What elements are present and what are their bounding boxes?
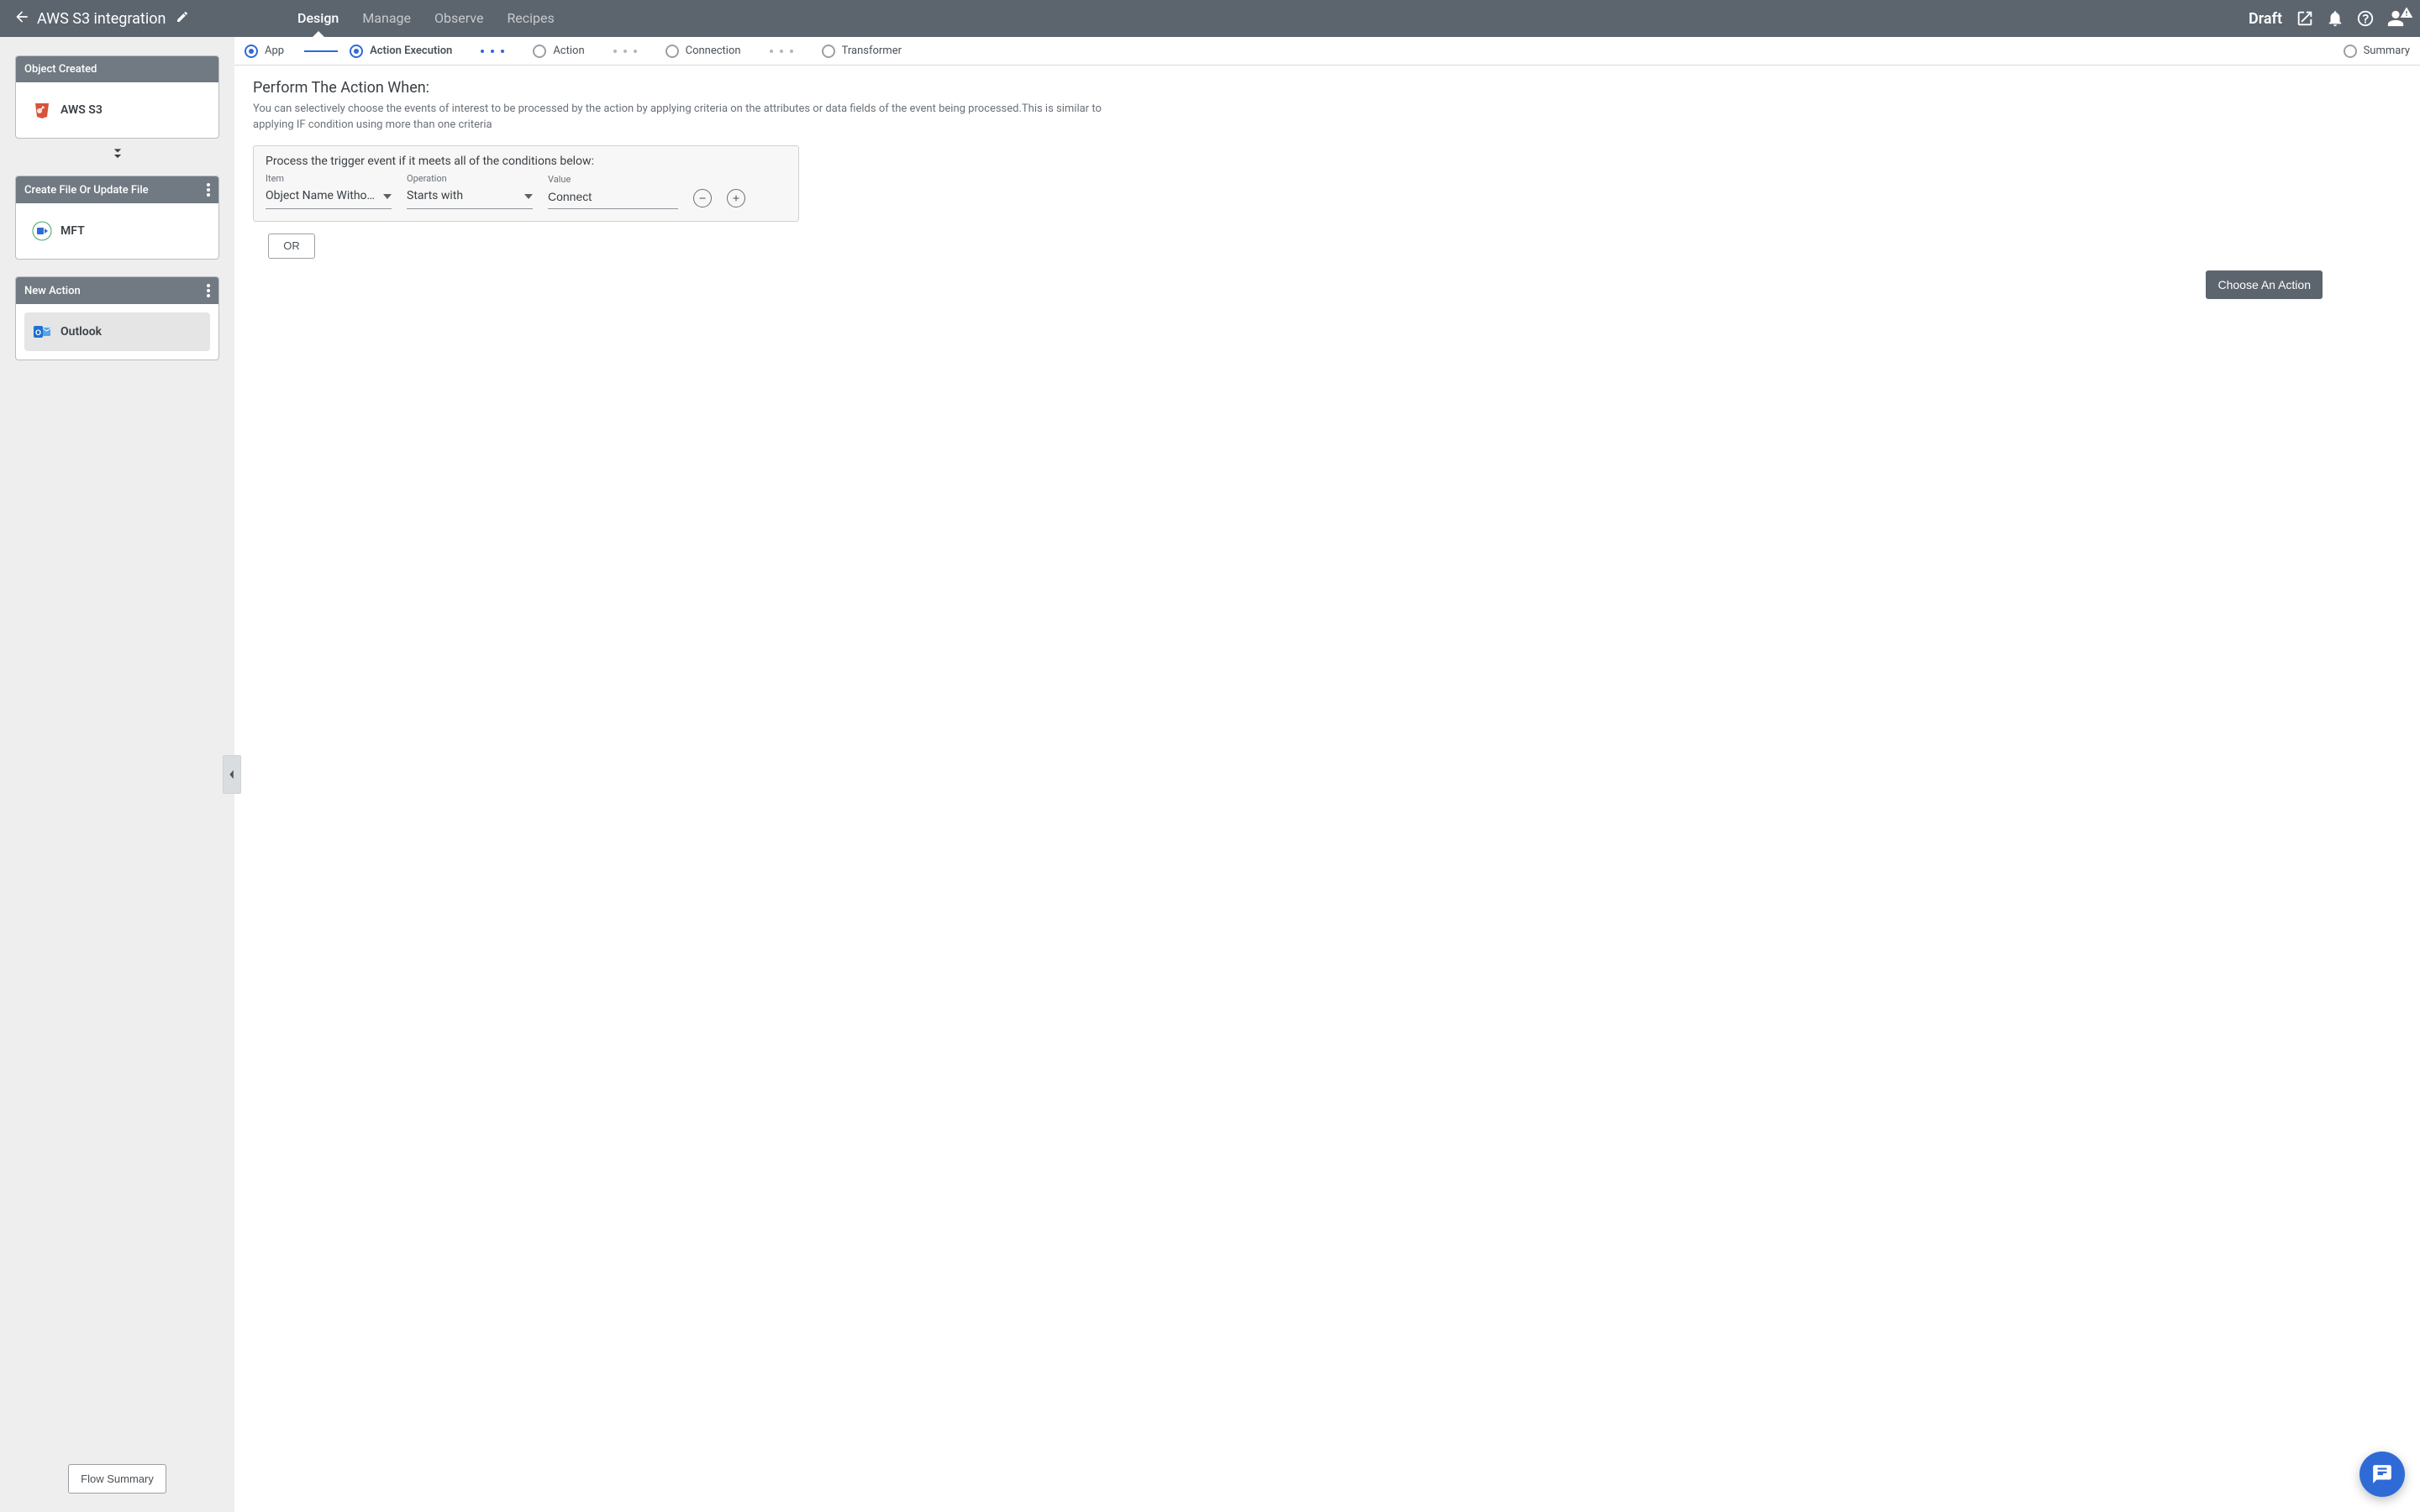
field-item: Item Object Name Without … — [266, 173, 392, 209]
topbar-left: AWS S3 integration — [0, 8, 235, 29]
app-row-aws-s3[interactable]: AWS S3 — [24, 91, 210, 129]
field-value: Value — [548, 174, 678, 209]
back-arrow-icon[interactable] — [13, 8, 30, 29]
field-label: Item — [266, 173, 392, 184]
radio-off-icon — [2344, 45, 2357, 58]
step-separator — [613, 50, 637, 53]
field-label: Operation — [407, 173, 533, 184]
top-nav: Design Manage Observe Recipes — [286, 0, 566, 37]
chevron-down-icon — [519, 189, 533, 202]
card-title: New Action — [24, 285, 81, 297]
flow-connector-icon — [15, 144, 219, 165]
app-label: MFT — [60, 224, 85, 238]
radio-off-icon — [666, 45, 679, 58]
or-button[interactable]: OR — [268, 234, 315, 259]
topbar-actions — [2296, 9, 2420, 28]
sidebar-collapse-toggle[interactable] — [223, 755, 241, 794]
flow-summary-button[interactable]: Flow Summary — [68, 1464, 166, 1494]
bell-icon[interactable] — [2326, 9, 2344, 28]
svg-text:O: O — [35, 328, 41, 337]
edit-title-icon[interactable] — [172, 10, 189, 27]
card-head: Create File Or Update File — [16, 176, 218, 203]
aws-s3-icon — [32, 100, 52, 120]
tab-design[interactable]: Design — [286, 0, 350, 37]
help-icon[interactable] — [2356, 9, 2375, 28]
user-menu[interactable] — [2386, 9, 2405, 28]
condition-box: Process the trigger event if it meets al… — [253, 145, 799, 222]
field-operation: Operation Starts with — [407, 173, 533, 209]
step-app[interactable]: App — [245, 45, 284, 58]
item-select-value: Object Name Without … — [266, 189, 378, 202]
page-title: AWS S3 integration — [37, 10, 166, 28]
value-input[interactable] — [548, 186, 678, 209]
content: Perform The Action When: You can selecti… — [234, 66, 2420, 312]
step-separator — [481, 50, 504, 53]
user-warning-icon — [2400, 6, 2413, 23]
field-label: Value — [548, 174, 678, 185]
sidebar-card-trigger[interactable]: Object Created AWS S3 — [15, 55, 219, 139]
sidebar: Object Created AWS S3 Create File Or Upd… — [0, 37, 234, 1512]
app-row-outlook[interactable]: O Outlook — [24, 312, 210, 351]
top-bar: AWS S3 integration Design Manage Observe… — [0, 0, 2420, 37]
section-heading: Perform The Action When: — [253, 79, 2402, 97]
app-label: Outlook — [60, 325, 102, 339]
tab-recipes[interactable]: Recipes — [495, 0, 566, 37]
operation-select-value: Starts with — [407, 189, 463, 202]
mft-icon — [32, 221, 52, 241]
card-title: Create File Or Update File — [24, 184, 149, 197]
sidebar-card-action-2[interactable]: New Action O Outlook — [15, 276, 219, 360]
status-badge: Draft — [2249, 10, 2282, 28]
step-connection[interactable]: Connection — [666, 45, 741, 58]
condition-row: Item Object Name Without … Operation Sta… — [266, 173, 786, 209]
card-head: New Action — [16, 277, 218, 304]
tab-observe[interactable]: Observe — [423, 0, 495, 37]
main: App Action Execution Action Connection T… — [234, 37, 2420, 1512]
remove-condition-button[interactable] — [693, 189, 712, 207]
item-select[interactable]: Object Name Without … — [266, 186, 392, 209]
card-head: Object Created — [16, 56, 218, 82]
card-title: Object Created — [24, 63, 97, 76]
condition-title: Process the trigger event if it meets al… — [266, 155, 786, 168]
open-external-icon[interactable] — [2296, 9, 2314, 28]
step-separator — [304, 50, 338, 52]
step-action[interactable]: Action — [533, 45, 584, 58]
card-menu-icon[interactable] — [207, 284, 210, 297]
chevron-down-icon — [378, 189, 392, 202]
app-label: AWS S3 — [60, 103, 103, 117]
add-condition-button[interactable] — [727, 189, 745, 207]
step-action-execution[interactable]: Action Execution — [350, 45, 452, 58]
choose-action-button[interactable]: Choose An Action — [2206, 270, 2323, 299]
card-menu-icon[interactable] — [207, 183, 210, 197]
sidebar-card-action-1[interactable]: Create File Or Update File MFT — [15, 176, 219, 260]
radio-off-icon — [533, 45, 546, 58]
radio-off-icon — [822, 45, 835, 58]
app-row-mft[interactable]: MFT — [24, 212, 210, 250]
step-transformer[interactable]: Transformer — [822, 45, 902, 58]
section-description: You can selectively choose the events of… — [253, 102, 1144, 134]
radio-on-icon — [350, 45, 363, 58]
tab-manage[interactable]: Manage — [350, 0, 423, 37]
radio-on-icon — [245, 45, 258, 58]
step-summary[interactable]: Summary — [2344, 45, 2410, 58]
outlook-icon: O — [32, 322, 52, 342]
chat-fab[interactable] — [2360, 1452, 2405, 1497]
stepper: App Action Execution Action Connection T… — [234, 37, 2420, 66]
operation-select[interactable]: Starts with — [407, 186, 533, 209]
step-separator — [770, 50, 793, 53]
layout: Object Created AWS S3 Create File Or Upd… — [0, 37, 2420, 1512]
